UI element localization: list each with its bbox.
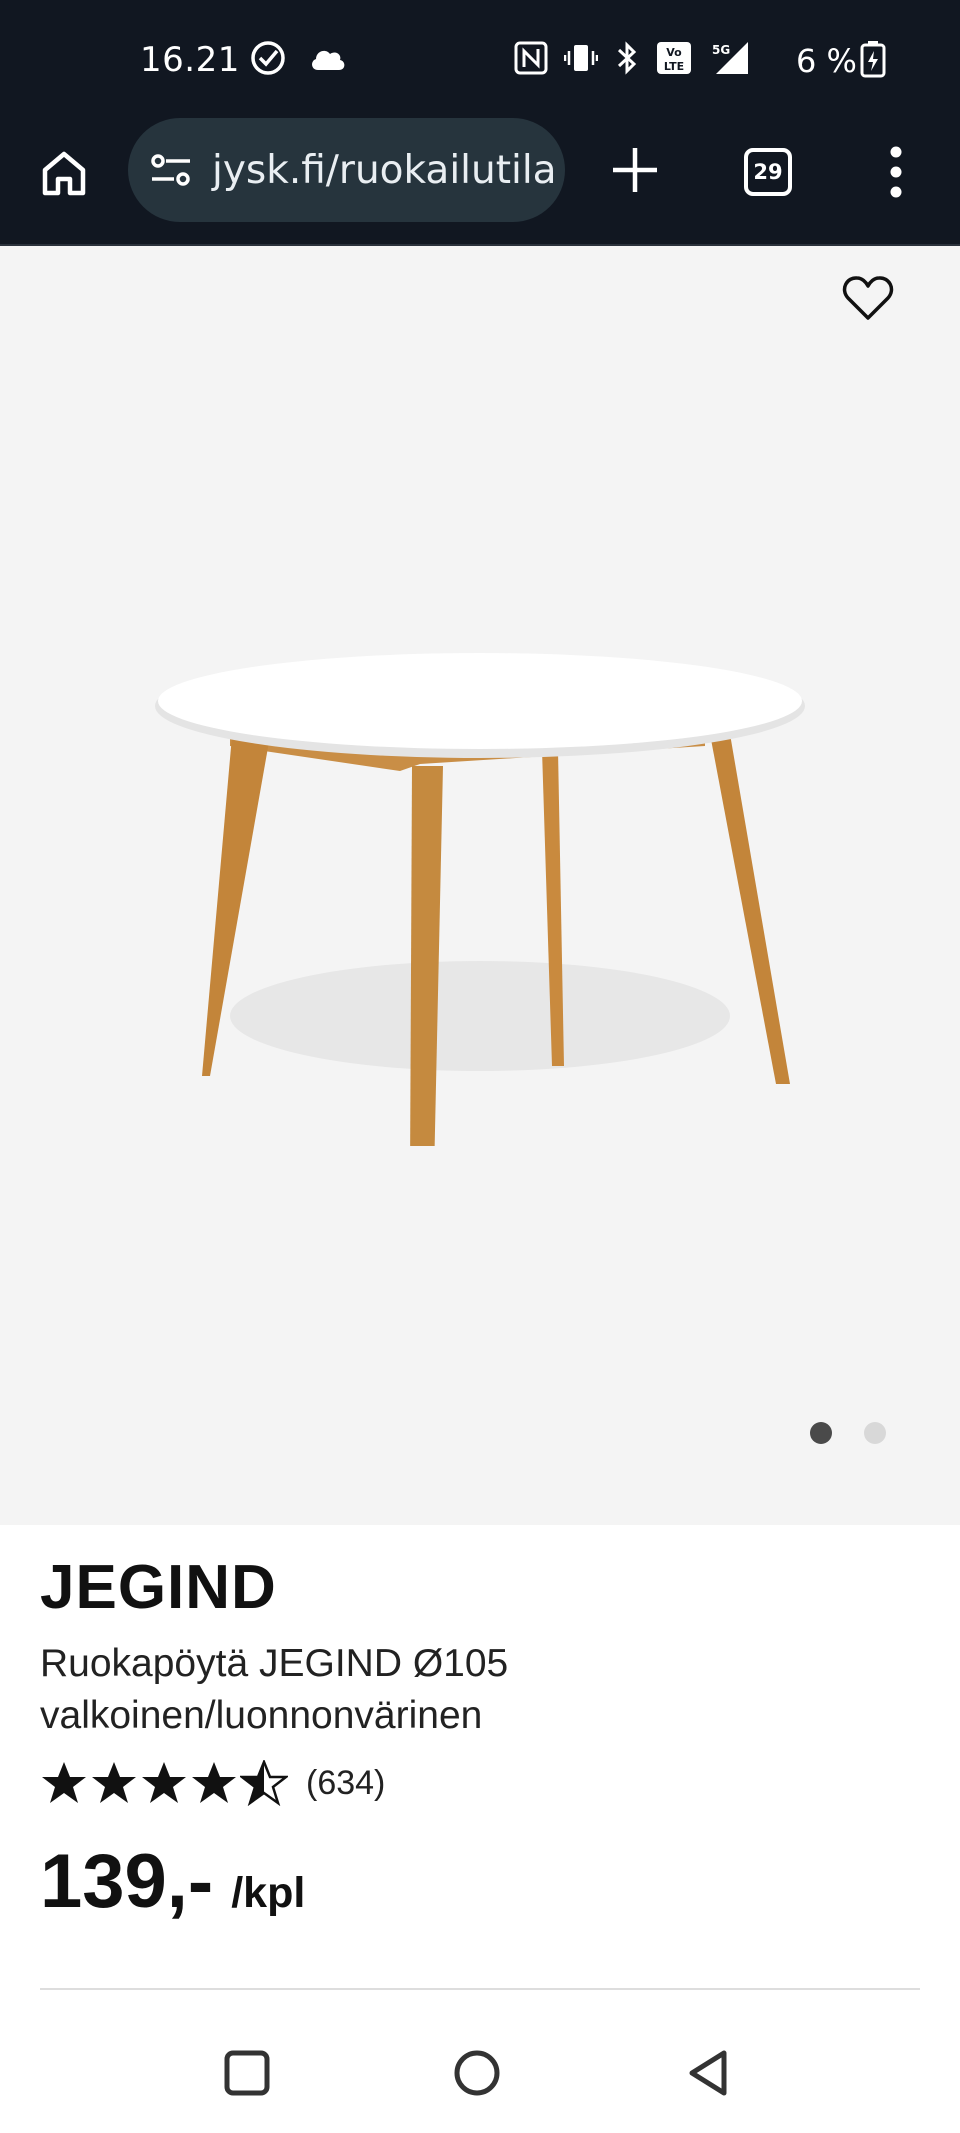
product-brand: JEGIND bbox=[40, 1553, 277, 1622]
battery-charging-icon bbox=[860, 41, 886, 78]
star-full-icon bbox=[42, 1762, 86, 1803]
product-rating[interactable]: (634) bbox=[40, 1760, 385, 1806]
volte-icon: Vo LTE bbox=[657, 42, 691, 74]
vibrate-icon bbox=[564, 45, 598, 71]
product-image-gallery[interactable] bbox=[0, 246, 960, 1525]
product-image bbox=[155, 653, 805, 1146]
cloud-icon bbox=[312, 50, 345, 70]
gallery-dot-1[interactable] bbox=[810, 1422, 832, 1444]
bluetooth-icon bbox=[617, 41, 637, 75]
status-time: 16.21 bbox=[140, 40, 240, 80]
more-menu-icon[interactable] bbox=[880, 144, 912, 200]
signal-5g-icon: 5G bbox=[712, 42, 748, 74]
back-nav-icon[interactable] bbox=[684, 2048, 734, 2098]
url-bar[interactable]: jysk.fi/ruokailutila bbox=[128, 118, 565, 222]
svg-text:Vo: Vo bbox=[666, 46, 682, 59]
browser-toolbar: jysk.fi/ruokailutila 29 bbox=[0, 118, 960, 246]
new-tab-icon[interactable] bbox=[610, 142, 660, 198]
url-text: jysk.fi/ruokailutila bbox=[212, 147, 557, 193]
system-nav-bar bbox=[0, 2010, 960, 2133]
product-name-line-1: Ruokapöytä JEGIND Ø105 bbox=[40, 1642, 509, 1685]
home-button[interactable] bbox=[36, 142, 92, 204]
price-row: 139,- /kpl bbox=[40, 1838, 305, 1925]
check-circle-icon bbox=[251, 41, 285, 75]
svg-text:5G: 5G bbox=[712, 43, 730, 57]
tab-count: 29 bbox=[753, 160, 783, 184]
heart-icon[interactable] bbox=[842, 274, 894, 322]
nfc-icon bbox=[514, 41, 548, 75]
product-name-line-2: valkoinen/luonnonvärinen bbox=[40, 1694, 483, 1737]
status-bar: 16.21 Vo LTE 5G 6 % bbox=[0, 0, 960, 118]
star-full-icon bbox=[192, 1762, 236, 1803]
star-full-icon bbox=[142, 1762, 186, 1803]
rating-stars bbox=[40, 1760, 288, 1806]
svg-text:LTE: LTE bbox=[664, 60, 684, 73]
star-half-icon bbox=[240, 1760, 288, 1806]
price-unit: /kpl bbox=[231, 1869, 306, 1917]
tabs-button[interactable]: 29 bbox=[744, 148, 792, 196]
product-name[interactable]: Ruokapöytä JEGIND Ø105 valkoinen/luonnon… bbox=[40, 1638, 740, 1742]
review-count: (634) bbox=[306, 1763, 386, 1802]
divider bbox=[40, 1988, 920, 1990]
recent-apps-icon[interactable] bbox=[222, 2048, 272, 2098]
site-settings-icon[interactable] bbox=[150, 150, 192, 190]
star-full-icon bbox=[92, 1762, 136, 1803]
battery-percent: 6 % bbox=[796, 42, 857, 80]
home-nav-icon[interactable] bbox=[452, 2048, 502, 2098]
gallery-dot-2[interactable] bbox=[864, 1422, 886, 1444]
home-icon bbox=[42, 151, 86, 196]
product-price: 139,- bbox=[40, 1839, 214, 1924]
gallery-pagination bbox=[810, 1422, 886, 1444]
